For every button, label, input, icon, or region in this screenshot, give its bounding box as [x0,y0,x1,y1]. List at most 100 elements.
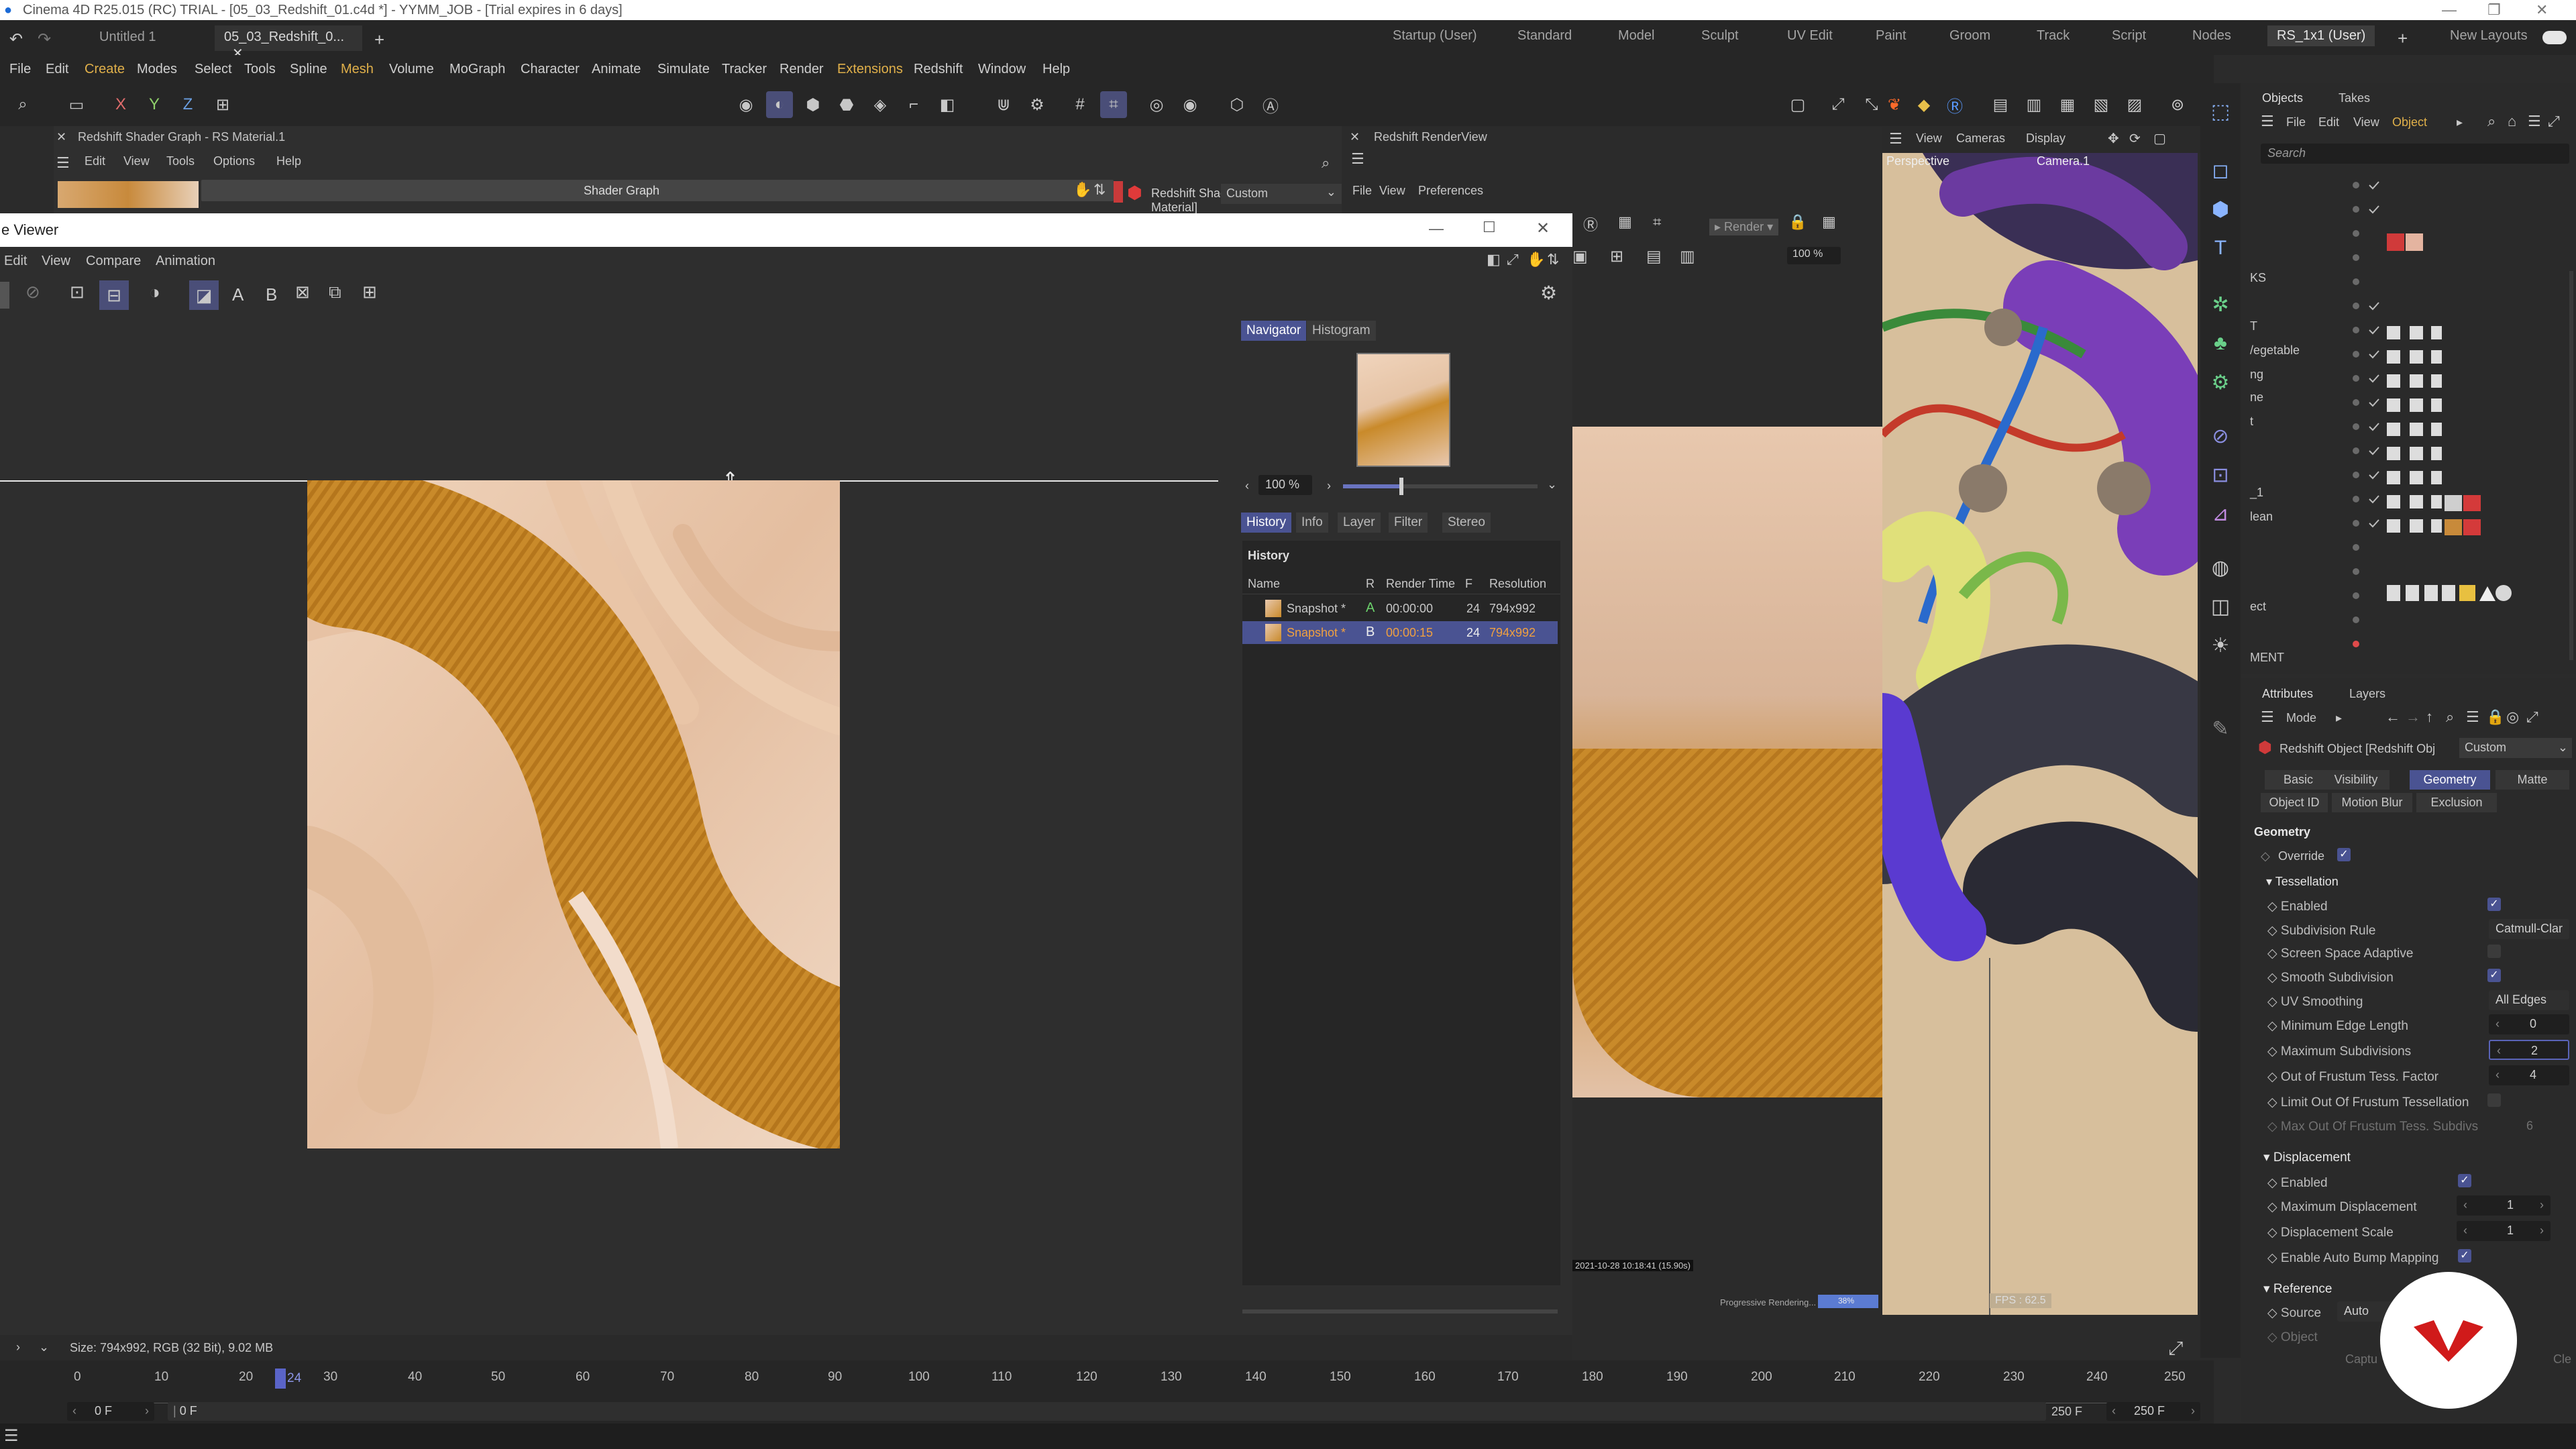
layout-model[interactable]: Model [1618,28,1654,44]
bend-icon[interactable]: ⊡ [2206,460,2235,490]
menu-volume[interactable]: Volume [389,62,434,77]
pv-panel-icon[interactable]: ◧ [1487,251,1501,268]
arrows-icon[interactable]: ⇅ [1093,181,1106,199]
tab-objects[interactable]: Objects [2262,91,2303,105]
sg-menu-help[interactable]: Help [276,154,301,168]
tess-enabled-checkbox[interactable]: ✓ [2487,898,2501,911]
viewport-toggle-icon[interactable]: ▢ [1784,91,1811,118]
limit-frustum-checkbox[interactable] [2487,1093,2501,1107]
object-row-label[interactable]: T [2250,319,2257,333]
render-view-icon[interactable]: ▤ [1987,91,2014,118]
sg-search-icon[interactable]: ⌕ [1322,154,1330,172]
attr-forward-icon[interactable]: → [2406,708,2420,726]
rv-zoom-field[interactable]: 100 % [1787,247,1841,264]
live-select-icon[interactable]: ◐ [766,91,793,118]
attr-mode-more-icon[interactable]: ▸ [2336,711,2342,725]
pv-menu-compare[interactable]: Compare [86,254,141,269]
uv-smoothing-dropdown[interactable]: All Edges [2489,990,2569,1010]
vp-menu-view[interactable]: View [1916,131,1942,146]
menu-window[interactable]: Window [978,62,1026,77]
zoom-right-chevron-icon[interactable]: › [1327,479,1331,493]
expand-icon[interactable]: ⤢ [1825,91,1851,118]
menu-mesh[interactable]: Mesh [341,62,374,77]
edit-render-settings-icon[interactable]: ▧ [2088,91,2114,118]
subdivision-rule-dropdown[interactable]: Catmull-Clar [2489,919,2569,939]
min-edge-length-field[interactable]: ‹ 0 [2489,1014,2569,1034]
obj-hamburger-icon[interactable]: ☰ [2261,113,2274,130]
axis-y-toggle[interactable]: Y [141,91,168,118]
pv-a-button[interactable]: A [232,284,244,305]
magnet-icon[interactable]: ⋓ [990,91,1017,118]
auto-bump-checkbox[interactable]: ✓ [2458,1249,2471,1263]
menu-edit[interactable]: Edit [46,62,68,77]
attr-preset-dropdown[interactable]: Custom ⌄ [2459,738,2572,758]
object-row-label[interactable]: KS [2250,271,2266,285]
vp-maximize-icon[interactable]: ▢ [2153,130,2166,147]
tab-history[interactable]: History [1241,513,1292,533]
split-handle[interactable] [1114,181,1123,203]
navigator-dropdown-icon[interactable]: ⌄ [1547,478,1557,492]
history-scrollbar[interactable] [1242,1309,1558,1313]
subtab-matte[interactable]: Matte [2496,770,2569,790]
obj-menu-view[interactable]: View [2353,115,2379,129]
rv-add-icon[interactable]: ⊞ [1610,247,1623,266]
navigator-zoom-field[interactable]: 100 % [1258,475,1312,495]
col-f[interactable]: F [1465,577,1472,591]
object-row-label[interactable]: _1 [2250,486,2263,500]
add-layout-plus-icon[interactable]: + [2398,28,2408,49]
max-displacement-field[interactable]: ‹ 1 › [2457,1195,2551,1216]
vp-menu-display[interactable]: Display [2026,131,2065,146]
pv-maximize-icon[interactable]: ☐ [1483,219,1496,236]
axis-z-toggle[interactable]: Z [174,91,201,118]
attr-back-icon[interactable]: ← [2385,708,2400,726]
disp-enabled-checkbox[interactable]: ✓ [2458,1174,2471,1187]
snap-grid-icon[interactable]: # [1067,91,1093,118]
layout-uv-edit[interactable]: UV Edit [1787,28,1833,44]
obj-popout-icon[interactable]: ⤢ [2548,113,2560,130]
menu-animate[interactable]: Animate [592,62,641,77]
tab-histogram[interactable]: Histogram [1307,321,1376,341]
snap-settings-icon[interactable]: ⚙ [1024,91,1051,118]
menu-tools[interactable]: Tools [244,62,276,77]
pv-hand-icon[interactable]: ✋ [1527,251,1545,268]
deformer-icon[interactable]: ⊘ [2206,421,2235,451]
close-icon[interactable]: ✕ [2536,1,2548,19]
cloner-icon[interactable]: ♣ [2206,329,2235,358]
gear-icon[interactable]: ⚙ [2206,368,2235,397]
new-tab-plus-icon[interactable]: + [374,30,384,50]
rv-menu-preferences[interactable]: Preferences [1418,184,1483,198]
new-layouts-label[interactable]: New Layouts [2450,28,2528,44]
move-tool-icon[interactable]: ⬚ [2206,97,2235,126]
text-icon[interactable]: T [2206,233,2235,263]
rv-menu-view[interactable]: View [1379,184,1405,198]
pv-expand-icon[interactable]: ⤢ [1507,251,1519,268]
disp-scale-field[interactable]: ‹ 1 › [2457,1221,2551,1241]
globe-icon[interactable]: ◍ [2206,553,2235,582]
vp-move-icon[interactable]: ✥ [2108,130,2119,147]
pv-arrows-icon[interactable]: ⇅ [1547,251,1559,268]
render-region-icon[interactable]: ▨ [2121,91,2148,118]
col-r[interactable]: R [1366,577,1375,591]
objects-search-input[interactable]: Search [2261,144,2569,164]
workplane-lock-icon[interactable]: ◉ [1177,91,1203,118]
pv-settings-icon[interactable]: ⚙ [1540,282,1557,304]
sg-menu-options[interactable]: Options [213,154,255,168]
timeline-ruler[interactable] [78,1370,2184,1403]
hand-icon[interactable]: ✋ [1073,181,1091,199]
sg-menu-tools[interactable]: Tools [166,154,195,168]
menu-tracker[interactable]: Tracker [722,62,767,77]
obj-menu-edit[interactable]: Edit [2318,115,2339,129]
maximize-icon[interactable]: ❐ [2487,1,2501,19]
tiles-icon[interactable]: ▦ [1822,213,1836,231]
pv-export-icon[interactable]: ⊞ [362,282,377,303]
attr-popout-icon[interactable]: ⤢ [2526,708,2538,726]
pv-ab-compare-icon[interactable]: ◪ [189,280,219,310]
subtab-geometry[interactable]: Geometry [2410,770,2490,790]
rv-image-icon[interactable]: ▣ [1572,247,1588,266]
menu-render[interactable]: Render [780,62,824,77]
subtab-object-id[interactable]: Object ID [2261,793,2328,812]
layout-paint[interactable]: Paint [1876,28,1907,44]
history-row[interactable]: Snapshot * A 00:00:00 24 794x992 [1242,597,1558,620]
redo-icon[interactable]: ↷ [38,30,51,49]
hamburger-icon[interactable]: ☰ [56,154,70,172]
